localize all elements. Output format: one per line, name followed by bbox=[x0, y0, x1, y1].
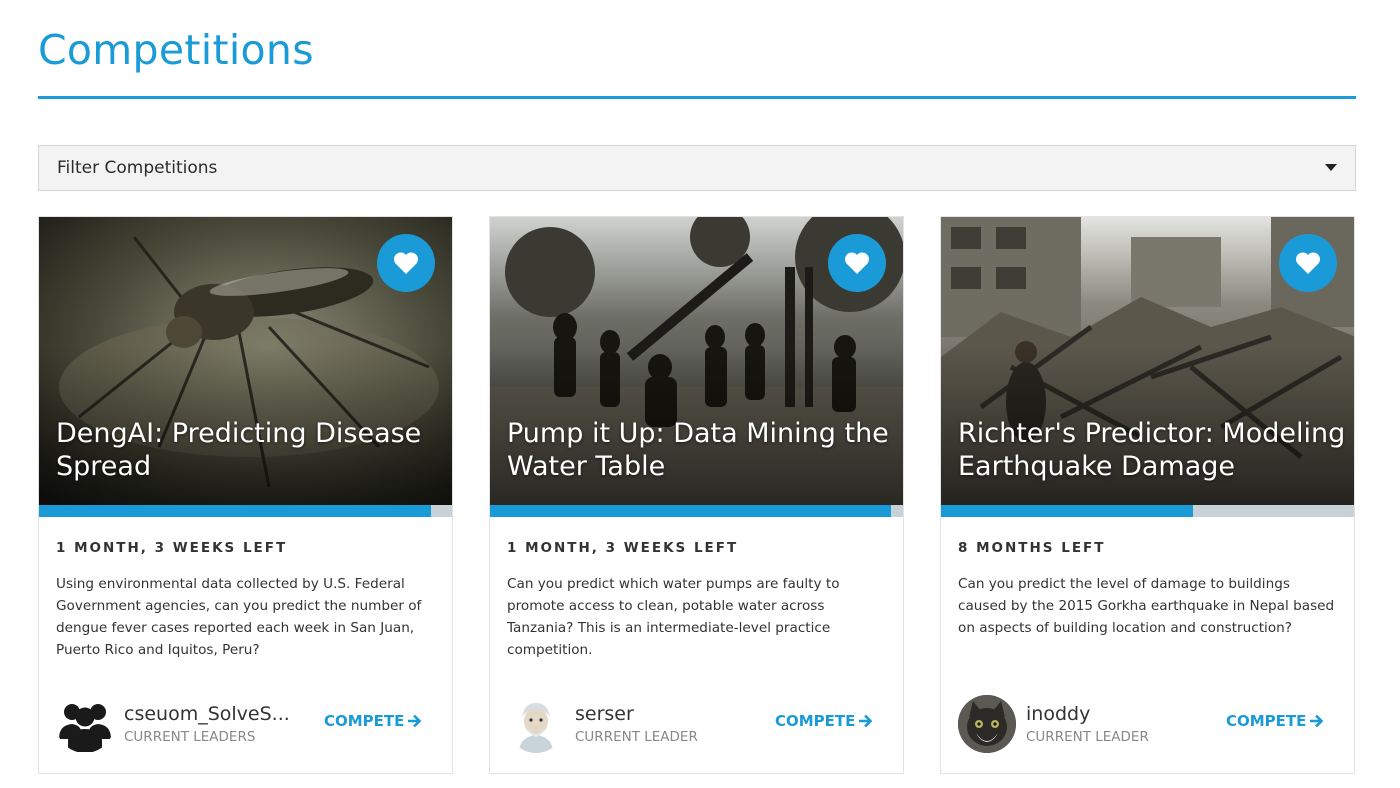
filter-label: Filter Competitions bbox=[57, 158, 218, 178]
competition-image[interactable]: Richter's Predictor: Modeling Earthquake… bbox=[941, 217, 1354, 505]
competition-title: Richter's Predictor: Modeling Earthquake… bbox=[958, 418, 1346, 482]
arrow-right-icon bbox=[859, 714, 873, 728]
time-progress-fill bbox=[490, 505, 891, 517]
compete-button[interactable]: COMPETE bbox=[324, 712, 422, 730]
compete-label: COMPETE bbox=[324, 712, 405, 730]
user-avatar bbox=[507, 695, 565, 753]
heart-icon bbox=[1295, 252, 1321, 274]
competition-description: Can you predict which water pumps are fa… bbox=[507, 576, 840, 658]
leaderboard-summary: cseuom_SolveS... CURRENT LEADERS COMPETE bbox=[56, 695, 436, 755]
heart-icon bbox=[393, 252, 419, 274]
arrow-right-icon bbox=[1310, 714, 1324, 728]
competition-image[interactable]: DengAI: Predicting Disease Spread bbox=[39, 217, 452, 505]
leader-caption: CURRENT LEADERS bbox=[124, 729, 256, 745]
time-left-label: 1 MONTH, 3 WEEKS LEFT bbox=[507, 540, 739, 556]
time-left-label: 8 MONTHS LEFT bbox=[958, 540, 1106, 556]
time-progress-fill bbox=[39, 505, 432, 517]
leaderboard-summary: serser CURRENT LEADER COMPETE bbox=[507, 695, 887, 755]
competition-card-richters-predictor[interactable]: Richter's Predictor: Modeling Earthquake… bbox=[940, 216, 1355, 774]
leader-name[interactable]: inoddy bbox=[1026, 703, 1090, 725]
time-left-label: 1 MONTH, 3 WEEKS LEFT bbox=[56, 540, 288, 556]
leaderboard-summary: inoddy CURRENT LEADER COMPETE bbox=[958, 695, 1338, 755]
user-avatar bbox=[958, 695, 1016, 753]
arrow-right-icon bbox=[408, 714, 422, 728]
competition-description: Can you predict the level of damage to b… bbox=[958, 576, 1335, 636]
time-progress-fill bbox=[941, 505, 1193, 517]
compete-button[interactable]: COMPETE bbox=[775, 712, 873, 730]
competition-title: DengAI: Predicting Disease Spread bbox=[56, 418, 422, 482]
title-divider bbox=[38, 96, 1356, 99]
compete-button[interactable]: COMPETE bbox=[1226, 712, 1324, 730]
competition-description: Using environmental data collected by U.… bbox=[56, 576, 422, 658]
favorite-button[interactable] bbox=[1279, 234, 1337, 292]
leader-name[interactable]: cseuom_SolveS... bbox=[124, 703, 290, 725]
filter-competitions-dropdown[interactable]: Filter Competitions bbox=[38, 145, 1356, 191]
leader-caption: CURRENT LEADER bbox=[1026, 729, 1149, 745]
leader-name[interactable]: serser bbox=[575, 703, 634, 725]
leader-caption: CURRENT LEADER bbox=[575, 729, 698, 745]
favorite-button[interactable] bbox=[828, 234, 886, 292]
favorite-button[interactable] bbox=[377, 234, 435, 292]
competition-image[interactable]: Pump it Up: Data Mining the Water Table bbox=[490, 217, 903, 505]
time-progress-bar bbox=[941, 505, 1354, 517]
page-title: Competitions bbox=[38, 26, 314, 74]
compete-label: COMPETE bbox=[1226, 712, 1307, 730]
competition-card-pump-it-up[interactable]: Pump it Up: Data Mining the Water Table … bbox=[489, 216, 904, 774]
time-progress-bar bbox=[39, 505, 452, 517]
competition-card-dengai[interactable]: DengAI: Predicting Disease Spread 1 MONT… bbox=[38, 216, 453, 774]
compete-label: COMPETE bbox=[775, 712, 856, 730]
group-icon bbox=[56, 695, 114, 753]
heart-icon bbox=[844, 252, 870, 274]
competition-title: Pump it Up: Data Mining the Water Table bbox=[507, 418, 889, 482]
time-progress-bar bbox=[490, 505, 903, 517]
caret-down-icon bbox=[1325, 164, 1337, 171]
